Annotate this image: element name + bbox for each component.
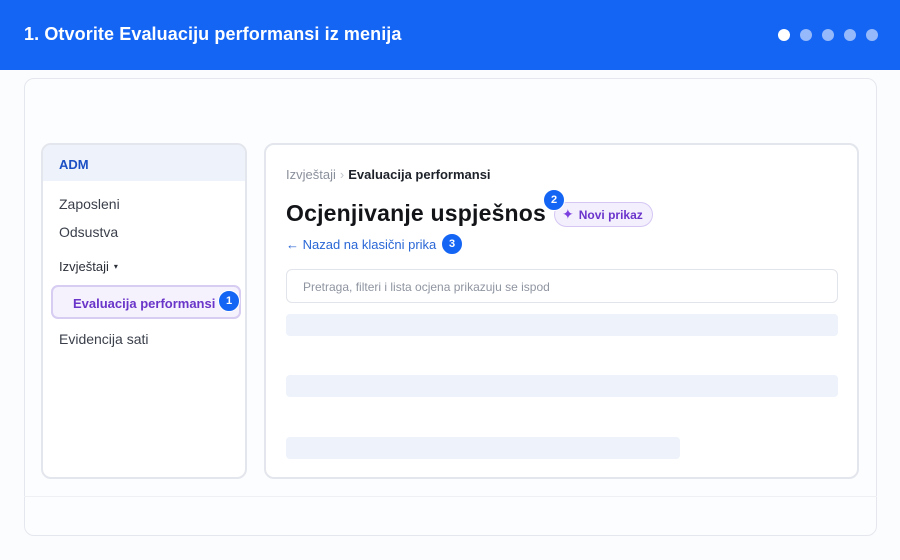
breadcrumb-separator: › [339, 167, 345, 182]
back-to-classic-link[interactable]: ← Nazad na klasični prika [286, 237, 436, 252]
step-dot-4[interactable] [844, 29, 856, 41]
sidebar-brand: ADM [43, 145, 245, 181]
sidebar-item-odsustva[interactable]: Odsustva [59, 224, 118, 240]
skeleton-row [286, 375, 838, 397]
skeleton-row [286, 314, 838, 336]
search-filter-placeholder[interactable]: Pretraga, filteri i lista ocjena prikazu… [286, 269, 838, 303]
sidebar-group-label: Izvještaji [59, 259, 109, 274]
step-marker-2: 2 [543, 189, 565, 211]
step-dot-5[interactable] [866, 29, 878, 41]
step-indicator [778, 29, 878, 41]
step-dot-1[interactable] [778, 29, 790, 41]
skeleton-row [286, 437, 680, 459]
tutorial-header: 1. Otvorite Evaluaciju performansi iz me… [0, 0, 900, 70]
new-view-badge[interactable]: ✦ Novi prikaz [554, 202, 653, 227]
frame-divider [24, 496, 877, 497]
sidebar-group-izvjestaji[interactable]: Izvještaji ▾ [59, 259, 118, 274]
step-marker-1: 1 [218, 290, 240, 312]
brand-label: ADM [59, 157, 89, 172]
sidebar-item-evidencija-sati[interactable]: Evidencija sati [59, 331, 149, 347]
step-dot-3[interactable] [822, 29, 834, 41]
step-marker-3: 3 [441, 233, 463, 255]
caret-down-icon: ▾ [113, 262, 118, 271]
sidebar-item-zaposleni[interactable]: Zaposleni [59, 196, 120, 212]
search-placeholder-text: Pretraga, filteri i lista ocjena prikazu… [303, 280, 550, 294]
sidebar: ADM Zaposleni Odsustva Izvještaji ▾ Evalu… [41, 143, 247, 479]
breadcrumb-current: Evaluacija performansi [348, 167, 491, 182]
new-view-label: Novi prikaz [578, 207, 643, 222]
breadcrumb: Izvještaji › Evaluacija performansi [286, 167, 491, 182]
page-title: Ocjenjivanje uspješnos [286, 200, 547, 226]
sidebar-item-label: Evaluacija performansi [73, 296, 216, 311]
step-dot-2[interactable] [800, 29, 812, 41]
sidebar-item-evaluacija-performansi[interactable]: Evaluacija performansi [51, 285, 241, 319]
breadcrumb-parent[interactable]: Izvještaji [286, 167, 336, 182]
sparkle-icon: ✦ [562, 206, 574, 222]
step-title: 1. Otvorite Evaluaciju performansi iz me… [24, 24, 402, 44]
